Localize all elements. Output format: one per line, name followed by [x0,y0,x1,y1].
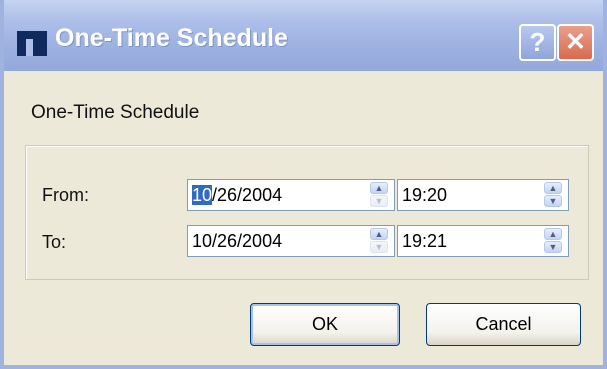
to-date-spin-down-icon[interactable]: ▼ [370,241,388,253]
help-button[interactable]: ? [519,24,556,61]
from-label: From: [42,185,89,205]
from-time-spinner[interactable]: ▲ ▼ [541,181,567,209]
from-date-selected-segment: 10 [192,185,213,205]
from-time-spin-down-icon[interactable]: ▼ [544,195,562,207]
from-date-spin-down-icon[interactable]: ▼ [370,195,388,207]
from-date-rest: /26/2004 [212,185,283,205]
to-date-spin-up-icon[interactable]: ▲ [370,228,388,240]
close-button[interactable]: ✕ [557,24,594,61]
schedule-group [25,145,589,280]
from-date-spin-up-icon[interactable]: ▲ [370,182,388,194]
to-time-spinner[interactable]: ▲ ▼ [541,227,567,255]
from-time-value: 19:20 [402,185,448,205]
cancel-button[interactable]: Cancel [426,303,581,346]
from-time-picker[interactable]: 19:20 ▲ ▼ [397,179,569,211]
window-title: One-Time Schedule [55,24,288,52]
to-time-spin-down-icon[interactable]: ▼ [544,241,562,253]
dialog-heading: One-Time Schedule [31,102,200,123]
to-date-spinner[interactable]: ▲ ▼ [367,227,393,255]
to-time-spin-up-icon[interactable]: ▲ [544,228,562,240]
ok-button[interactable]: OK [250,303,400,346]
from-time-spin-up-icon[interactable]: ▲ [544,182,562,194]
title-bar[interactable]: One-Time Schedule ? ✕ [4,0,603,71]
dialog-window: One-Time Schedule ? ✕ One-Time Schedule … [0,0,607,369]
from-date-picker[interactable]: 10/26/2004 ▲ ▼ [187,179,395,211]
to-time-value: 19:21 [402,231,448,251]
app-logo-icon [17,31,47,56]
to-date-value: 10/26/2004 [192,231,283,251]
from-date-spinner[interactable]: ▲ ▼ [367,181,393,209]
to-time-picker[interactable]: 19:21 ▲ ▼ [397,225,569,257]
to-label: To: [42,232,67,252]
to-date-picker[interactable]: 10/26/2004 ▲ ▼ [187,225,395,257]
